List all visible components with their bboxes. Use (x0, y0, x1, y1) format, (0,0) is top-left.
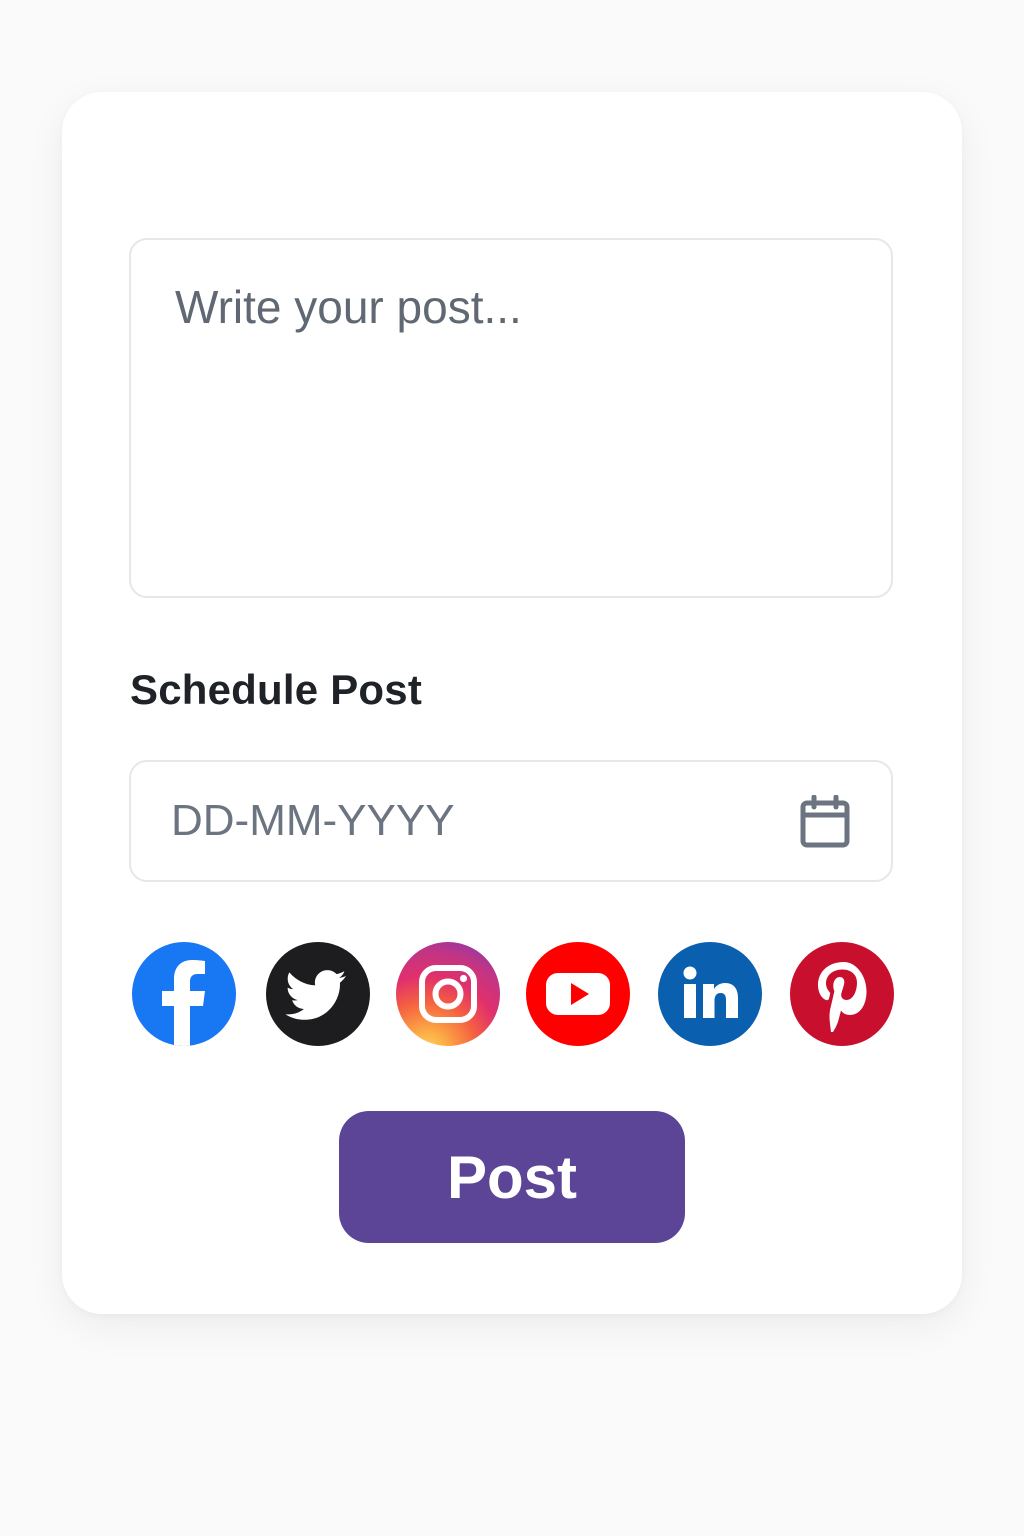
schedule-date-input[interactable] (171, 762, 771, 880)
pinterest-icon[interactable] (790, 942, 894, 1046)
post-composer-card: Schedule Post (62, 92, 962, 1314)
facebook-icon[interactable] (132, 942, 236, 1046)
instagram-icon[interactable] (396, 942, 500, 1046)
youtube-icon[interactable] (526, 942, 630, 1046)
schedule-date-field[interactable] (129, 760, 893, 882)
social-network-selector (132, 942, 894, 1046)
post-content-textarea[interactable] (129, 238, 893, 598)
schedule-post-label: Schedule Post (130, 666, 423, 713)
twitter-icon[interactable] (266, 942, 370, 1046)
calendar-icon[interactable] (799, 794, 851, 849)
linkedin-icon[interactable] (658, 942, 762, 1046)
post-button[interactable]: Post (339, 1111, 685, 1243)
